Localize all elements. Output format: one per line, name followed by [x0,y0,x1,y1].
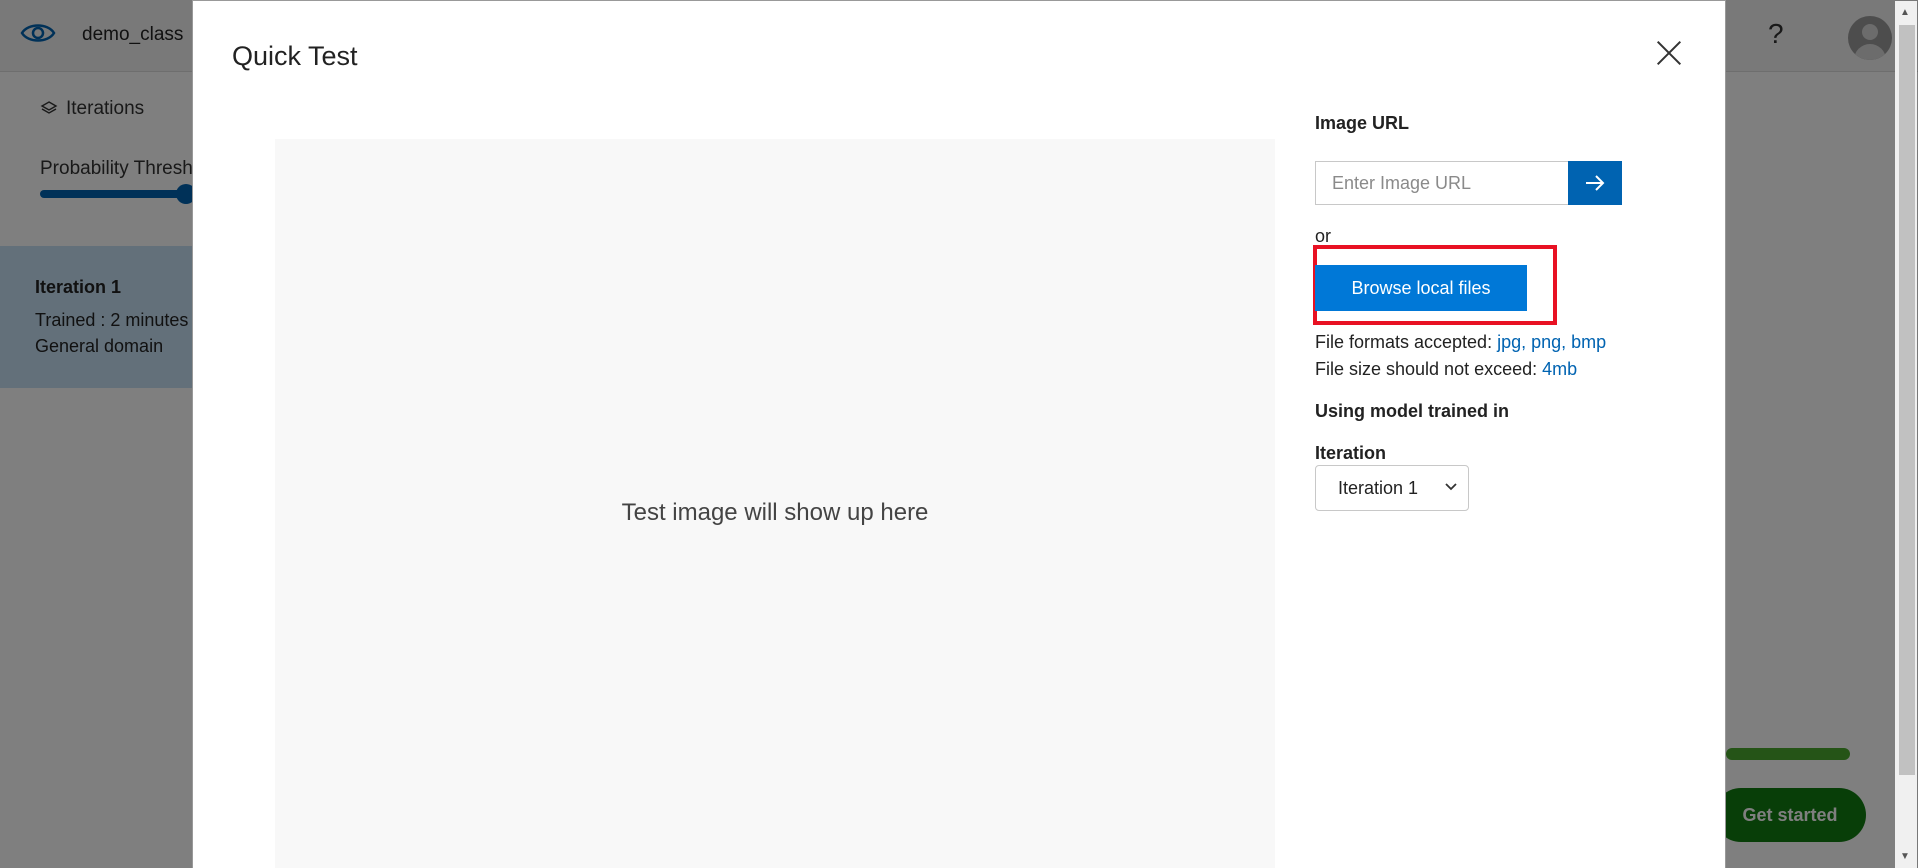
close-icon[interactable] [1651,35,1687,71]
preview-placeholder-text: Test image will show up here [621,499,929,526]
image-url-label: Image URL [1315,113,1410,133]
dialog-scroll-up-icon[interactable]: ▲ [1900,7,1910,18]
file-formats-info: File formats accepted: jpg, png, bmp [1315,332,1606,353]
iteration-select-label: Iteration [1315,443,1387,463]
file-size-label: File size should not exceed: [1315,359,1543,379]
dialog-scrollbar-thumb[interactable] [1899,25,1915,775]
arrow-right-icon [1586,175,1605,191]
submit-url-button[interactable] [1568,161,1622,205]
chevron-down-icon [1445,483,1457,491]
model-trained-label: Using model trained in [1315,401,1510,421]
browse-local-files-button[interactable]: Browse local files [1315,265,1527,311]
dialog-title: Quick Test [232,41,358,71]
iteration-dropdown[interactable]: Iteration 1 [1315,465,1469,511]
image-preview-area: Test image will show up here [275,139,1275,868]
file-formats-label: File formats accepted: [1315,332,1498,352]
file-size-value: 4mb [1542,359,1578,379]
or-separator: or [1315,226,1332,246]
iteration-dropdown-value: Iteration 1 [1338,477,1419,498]
quick-test-dialog: Quick Test Test image will show up here … [192,0,1917,868]
dialog-scroll-down-icon[interactable]: ▼ [1900,851,1910,862]
image-url-input[interactable] [1315,161,1569,205]
file-size-info: File size should not exceed: 4mb [1315,359,1577,380]
file-formats-value: jpg, png, bmp [1497,332,1607,352]
